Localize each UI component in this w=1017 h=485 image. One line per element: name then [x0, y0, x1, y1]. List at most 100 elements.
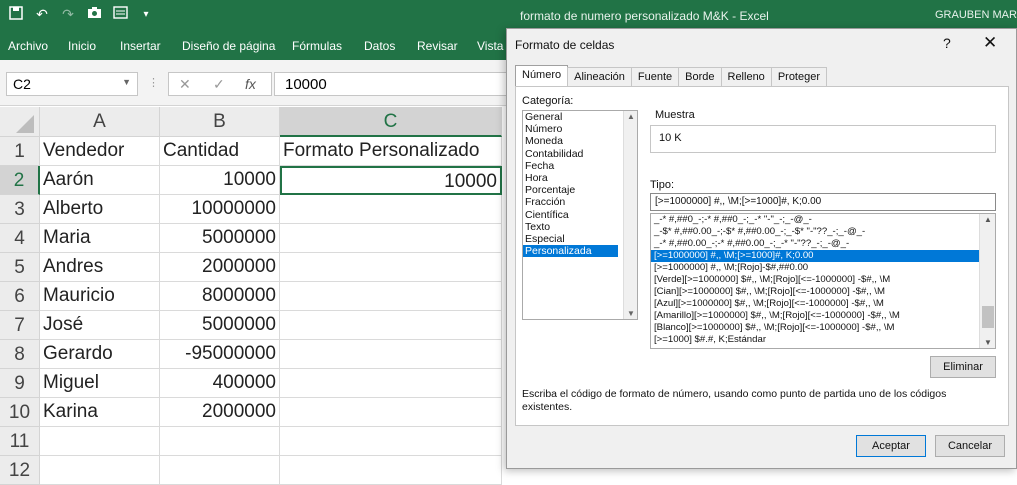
- column-header-c[interactable]: C: [280, 107, 502, 137]
- tab-inicio[interactable]: Inicio: [68, 39, 96, 53]
- row-header[interactable]: 5: [0, 253, 40, 282]
- chevron-down-icon[interactable]: ▼: [122, 77, 131, 87]
- row-header[interactable]: 7: [0, 311, 40, 340]
- cell-b10[interactable]: 2000000: [160, 398, 280, 427]
- cell-c1[interactable]: Formato Personalizado: [280, 137, 502, 166]
- cell-a2[interactable]: Aarón: [40, 166, 160, 195]
- format-code-item[interactable]: [Blanco][>=1000000] $#,, \M;[Rojo][<=-10…: [651, 322, 981, 334]
- category-item[interactable]: Contabilidad: [523, 148, 637, 160]
- row-header[interactable]: 6: [0, 282, 40, 311]
- cell-c10[interactable]: [280, 398, 502, 427]
- tab-diseno-pagina[interactable]: Diseño de página: [182, 39, 275, 53]
- cell-b9[interactable]: 400000: [160, 369, 280, 398]
- form-icon[interactable]: [112, 6, 128, 23]
- cell-a5[interactable]: Andres: [40, 253, 160, 282]
- category-item[interactable]: Fecha: [523, 160, 637, 172]
- category-item[interactable]: Moneda: [523, 135, 637, 147]
- cancel-icon[interactable]: ✕: [179, 76, 191, 93]
- cell-a8[interactable]: Gerardo: [40, 340, 160, 369]
- scroll-up-icon[interactable]: ▲: [624, 112, 638, 121]
- row-header[interactable]: 12: [0, 456, 40, 485]
- format-code-item[interactable]: [Azul][>=1000000] $#,, \M;[Rojo][<=-1000…: [651, 298, 981, 310]
- customize-qat-icon[interactable]: ▾: [138, 9, 154, 23]
- cell-b5[interactable]: 2000000: [160, 253, 280, 282]
- cell-c5[interactable]: [280, 253, 502, 282]
- format-code-item[interactable]: [>=1000] $#.#, K;Estándar: [651, 334, 981, 346]
- format-code-list[interactable]: _-* #,##0_-;-* #,##0_-;_-* "-"_-;_-@_- _-…: [650, 213, 996, 349]
- tab-vista[interactable]: Vista: [477, 39, 503, 53]
- category-item[interactable]: Fracción: [523, 196, 637, 208]
- category-list[interactable]: General Número Moneda Contabilidad Fecha Hora…: [522, 110, 638, 320]
- format-code-item[interactable]: [Amarillo][>=1000000] $#,, \M;[Rojo][<=-…: [651, 310, 981, 322]
- row-header[interactable]: 2: [0, 166, 40, 195]
- name-box[interactable]: C2 ▼: [6, 72, 138, 96]
- eliminar-button[interactable]: Eliminar: [930, 356, 996, 378]
- cell-b3[interactable]: 10000000: [160, 195, 280, 224]
- scroll-down-icon[interactable]: ▼: [624, 309, 638, 318]
- row-header[interactable]: 11: [0, 427, 40, 456]
- scroll-thumb[interactable]: [982, 306, 994, 328]
- cell-b11[interactable]: [160, 427, 280, 456]
- row-header[interactable]: 8: [0, 340, 40, 369]
- enter-icon[interactable]: ✓: [213, 76, 225, 93]
- row-header[interactable]: 4: [0, 224, 40, 253]
- cell-a11[interactable]: [40, 427, 160, 456]
- cell-c11[interactable]: [280, 427, 502, 456]
- format-code-item[interactable]: _-* #,##0_-;-* #,##0_-;_-* "-"_-;_-@_-: [651, 214, 981, 226]
- tab-alineacion[interactable]: Alineación: [567, 67, 632, 87]
- format-code-item[interactable]: [Verde][>=1000000] $#,, \M;[Rojo][<=-100…: [651, 274, 981, 286]
- row-header[interactable]: 1: [0, 137, 40, 166]
- save-icon[interactable]: [8, 6, 24, 23]
- category-item[interactable]: Personalizada: [523, 245, 618, 258]
- cell-b1[interactable]: Cantidad: [160, 137, 280, 166]
- column-header-a[interactable]: A: [40, 107, 160, 137]
- format-list-scrollbar[interactable]: ▲ ▼: [979, 214, 995, 348]
- cell-c12[interactable]: [280, 456, 502, 485]
- category-item[interactable]: Hora: [523, 172, 637, 184]
- category-item[interactable]: General: [523, 111, 637, 123]
- category-item[interactable]: Número: [523, 123, 637, 135]
- redo-icon[interactable]: ↷: [60, 6, 76, 23]
- cell-b2[interactable]: 10000: [160, 166, 280, 195]
- cell-a9[interactable]: Miguel: [40, 369, 160, 398]
- camera-icon[interactable]: [86, 6, 102, 23]
- cell-c7[interactable]: [280, 311, 502, 340]
- cell-a1[interactable]: Vendedor: [40, 137, 160, 166]
- tipo-input[interactable]: [>=1000000] #,, \M;[>=1000]#, K;0.00: [650, 193, 996, 211]
- cell-b4[interactable]: 5000000: [160, 224, 280, 253]
- select-all-corner[interactable]: [0, 107, 40, 137]
- help-icon[interactable]: ?: [943, 35, 951, 51]
- cell-b8[interactable]: -95000000: [160, 340, 280, 369]
- cell-a6[interactable]: Mauricio: [40, 282, 160, 311]
- format-code-item[interactable]: _-* #,##0.00_-;-* #,##0.00_-;_-* "-"??_-…: [651, 238, 981, 250]
- cell-a7[interactable]: José: [40, 311, 160, 340]
- fx-icon[interactable]: fx: [245, 76, 256, 92]
- cell-b6[interactable]: 8000000: [160, 282, 280, 311]
- cell-a10[interactable]: Karina: [40, 398, 160, 427]
- cell-c6[interactable]: [280, 282, 502, 311]
- category-scrollbar[interactable]: ▲ ▼: [623, 111, 637, 319]
- aceptar-button[interactable]: Aceptar: [856, 435, 926, 457]
- tab-borde[interactable]: Borde: [678, 67, 722, 87]
- format-code-item[interactable]: _-$* #,##0.00_-;-$* #,##0.00_-;_-$* "-"?…: [651, 226, 981, 238]
- tab-fuente[interactable]: Fuente: [630, 67, 680, 87]
- category-item[interactable]: Texto: [523, 221, 637, 233]
- category-item[interactable]: Científica: [523, 209, 637, 221]
- user-name[interactable]: GRAUBEN MARTÍNEZ: [935, 9, 1017, 21]
- format-code-item[interactable]: [Cian][>=1000000] $#,, \M;[Rojo][<=-1000…: [651, 286, 981, 298]
- cell-a4[interactable]: Maria: [40, 224, 160, 253]
- tab-formulas[interactable]: Fórmulas: [292, 39, 342, 53]
- category-item[interactable]: Porcentaje: [523, 184, 637, 196]
- cell-a3[interactable]: Alberto: [40, 195, 160, 224]
- cell-a12[interactable]: [40, 456, 160, 485]
- column-header-b[interactable]: B: [160, 107, 280, 137]
- cancelar-button[interactable]: Cancelar: [935, 435, 1005, 457]
- close-icon[interactable]: ✕: [983, 33, 997, 53]
- cell-b7[interactable]: 5000000: [160, 311, 280, 340]
- tab-archivo[interactable]: Archivo: [8, 39, 48, 53]
- cell-c9[interactable]: [280, 369, 502, 398]
- row-header[interactable]: 10: [0, 398, 40, 427]
- cell-c8[interactable]: [280, 340, 502, 369]
- cell-c2[interactable]: 10000: [280, 166, 502, 195]
- cell-b12[interactable]: [160, 456, 280, 485]
